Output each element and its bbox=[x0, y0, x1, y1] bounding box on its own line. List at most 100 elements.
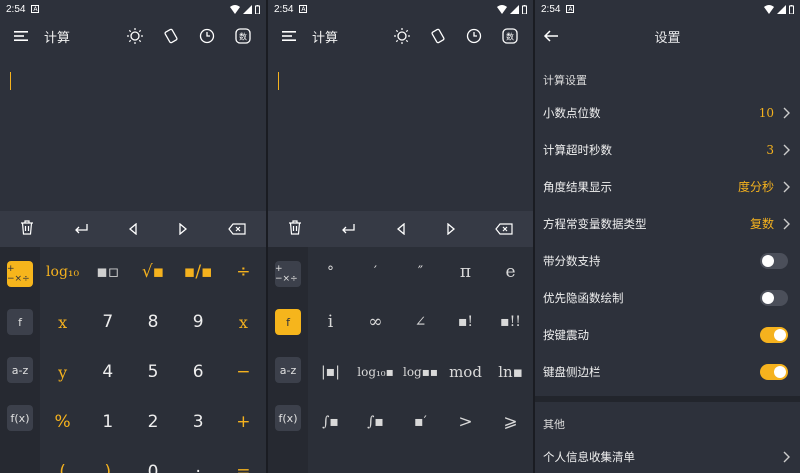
key-integral[interactable]: ∫▪ bbox=[367, 414, 384, 430]
setting-angle-display[interactable]: 角度结果显示 度分秒 bbox=[535, 168, 800, 205]
setting-decimal-places[interactable]: 小数点位数 10 bbox=[535, 94, 800, 131]
key-3[interactable]: 3 bbox=[193, 412, 204, 432]
key-6[interactable]: 6 bbox=[193, 362, 204, 382]
key-integral-definite[interactable]: ∫▪ bbox=[322, 414, 339, 430]
keyboard-sidebar: +−×÷ f a-z f(x) bbox=[268, 247, 308, 473]
mixed-fraction-toggle[interactable] bbox=[760, 252, 788, 269]
rotate-screen-icon[interactable] bbox=[429, 27, 447, 45]
key-abs[interactable]: |▪| bbox=[321, 364, 340, 380]
key-fraction[interactable]: ▪/▪ bbox=[184, 262, 213, 282]
sidebar-functions[interactable]: f bbox=[275, 309, 301, 335]
setting-privacy-list[interactable]: 个人信息收集清单 bbox=[535, 438, 800, 473]
key-5[interactable]: 5 bbox=[148, 362, 159, 382]
trash-icon[interactable] bbox=[288, 219, 302, 239]
settings-title: 设置 bbox=[654, 30, 681, 46]
backspace-icon[interactable] bbox=[228, 220, 246, 239]
key-percent[interactable]: % bbox=[55, 412, 71, 432]
sidebar-variables[interactable]: a-z bbox=[275, 357, 301, 383]
calculator-function-panel: 2:54 A 计算 数 +−×÷ f a-z f(x) ° ′ ″ π e i … bbox=[268, 0, 533, 473]
number-mode-icon[interactable]: 数 bbox=[501, 27, 519, 45]
key-open-paren[interactable]: ( bbox=[59, 462, 66, 473]
key-decimal[interactable]: · bbox=[195, 462, 200, 473]
key-8[interactable]: 8 bbox=[148, 312, 159, 332]
setting-equation-datatype[interactable]: 方程常变量数据类型 复数 bbox=[535, 205, 800, 242]
cursor-left-icon[interactable] bbox=[128, 220, 138, 239]
key-infinity[interactable]: ∞ bbox=[368, 312, 382, 332]
key-9[interactable]: 9 bbox=[193, 312, 204, 332]
key-second[interactable]: ″ bbox=[418, 264, 423, 280]
sidebar-basic-ops[interactable]: +−×÷ bbox=[7, 261, 33, 287]
key-equals[interactable]: = bbox=[236, 462, 250, 473]
history-icon[interactable] bbox=[465, 27, 483, 45]
keyboard-sidebar-toggle[interactable] bbox=[760, 363, 788, 380]
key-mod[interactable]: mod bbox=[449, 363, 482, 381]
setting-timeout-seconds[interactable]: 计算超时秒数 3 bbox=[535, 131, 800, 168]
key-power[interactable]: ▪▫ bbox=[96, 262, 119, 282]
key-pi[interactable]: π bbox=[460, 262, 471, 282]
key-var-y[interactable]: y bbox=[58, 363, 67, 382]
key-plus[interactable]: + bbox=[236, 412, 250, 432]
rotate-screen-icon[interactable] bbox=[162, 27, 180, 45]
key-e[interactable]: e bbox=[505, 262, 515, 282]
key-double-factorial[interactable]: ▪!! bbox=[500, 314, 521, 330]
brightness-icon[interactable] bbox=[393, 27, 411, 45]
settings-toolbar: 设置 bbox=[535, 18, 800, 54]
expression-display[interactable] bbox=[0, 54, 266, 211]
cursor-right-icon[interactable] bbox=[178, 220, 188, 239]
chevron-right-icon bbox=[783, 144, 790, 155]
key-minute[interactable]: ′ bbox=[374, 264, 377, 280]
sidebar-basic-ops[interactable]: +−×÷ bbox=[275, 261, 301, 287]
key-ln[interactable]: ln▪ bbox=[498, 363, 523, 381]
sidebar-variables[interactable]: a-z bbox=[7, 357, 33, 383]
number-mode-icon[interactable]: 数 bbox=[234, 27, 252, 45]
expression-display[interactable] bbox=[268, 54, 533, 211]
history-icon[interactable] bbox=[198, 27, 216, 45]
cursor-right-icon[interactable] bbox=[446, 220, 456, 239]
cursor-left-icon[interactable] bbox=[396, 220, 406, 239]
chevron-right-icon bbox=[783, 451, 790, 462]
key-1[interactable]: 1 bbox=[102, 412, 113, 432]
backspace-icon[interactable] bbox=[495, 220, 513, 239]
key-7[interactable]: 7 bbox=[102, 312, 113, 332]
key-log-base[interactable]: log▪▪ bbox=[403, 365, 438, 379]
key-greater-equal[interactable]: ⩾ bbox=[503, 412, 517, 432]
key-minus[interactable]: − bbox=[236, 362, 250, 382]
key-factorial[interactable]: ▪! bbox=[458, 314, 473, 330]
key-log10-fn[interactable]: log₁₀▪ bbox=[357, 365, 394, 379]
trash-icon[interactable] bbox=[20, 219, 34, 239]
menu-icon[interactable] bbox=[282, 30, 296, 42]
sidebar-user-functions[interactable]: f(x) bbox=[275, 405, 301, 431]
key-derivative[interactable]: ▪′ bbox=[414, 414, 427, 430]
key-vibration-toggle[interactable] bbox=[760, 326, 788, 343]
enter-icon[interactable] bbox=[74, 220, 89, 239]
settings-list: 计算设置 小数点位数 10 计算超时秒数 3 角度结果显示 度分秒 方程常变量数… bbox=[535, 54, 800, 473]
key-divide[interactable]: ÷ bbox=[236, 262, 250, 282]
implicit-plot-toggle[interactable] bbox=[760, 289, 788, 306]
menu-icon[interactable] bbox=[14, 30, 28, 42]
wifi-icon bbox=[230, 4, 240, 14]
key-sqrt[interactable]: √▪ bbox=[142, 262, 164, 282]
sidebar-functions[interactable]: f bbox=[7, 309, 33, 335]
key-4[interactable]: 4 bbox=[102, 362, 113, 382]
key-2[interactable]: 2 bbox=[148, 412, 159, 432]
key-degree[interactable]: ° bbox=[327, 264, 334, 280]
setting-label: 键盘侧边栏 bbox=[543, 364, 601, 379]
enter-icon[interactable] bbox=[341, 220, 356, 239]
key-log10[interactable]: log₁₀ bbox=[46, 264, 79, 280]
battery-icon bbox=[789, 4, 794, 14]
setting-value: 10 bbox=[758, 105, 774, 120]
key-greater[interactable]: > bbox=[458, 412, 472, 432]
text-cursor bbox=[10, 72, 11, 90]
key-0[interactable]: 0 bbox=[148, 462, 159, 473]
key-close-paren[interactable]: ) bbox=[104, 462, 111, 473]
brightness-icon[interactable] bbox=[126, 27, 144, 45]
sidebar-user-functions[interactable]: f(x) bbox=[7, 405, 33, 431]
key-angle[interactable]: ∠ bbox=[415, 314, 427, 330]
key-imaginary[interactable]: i bbox=[328, 312, 333, 332]
back-arrow-icon[interactable] bbox=[543, 29, 559, 43]
status-icons bbox=[230, 4, 260, 14]
key-multiply[interactable]: x bbox=[239, 313, 248, 332]
basic-key-grid: log₁₀ ▪▫ √▪ ▪/▪ ÷ x 7 8 9 x y 4 5 6 − % … bbox=[40, 247, 266, 473]
signal-icon bbox=[777, 4, 786, 14]
key-var-x[interactable]: x bbox=[58, 313, 67, 332]
